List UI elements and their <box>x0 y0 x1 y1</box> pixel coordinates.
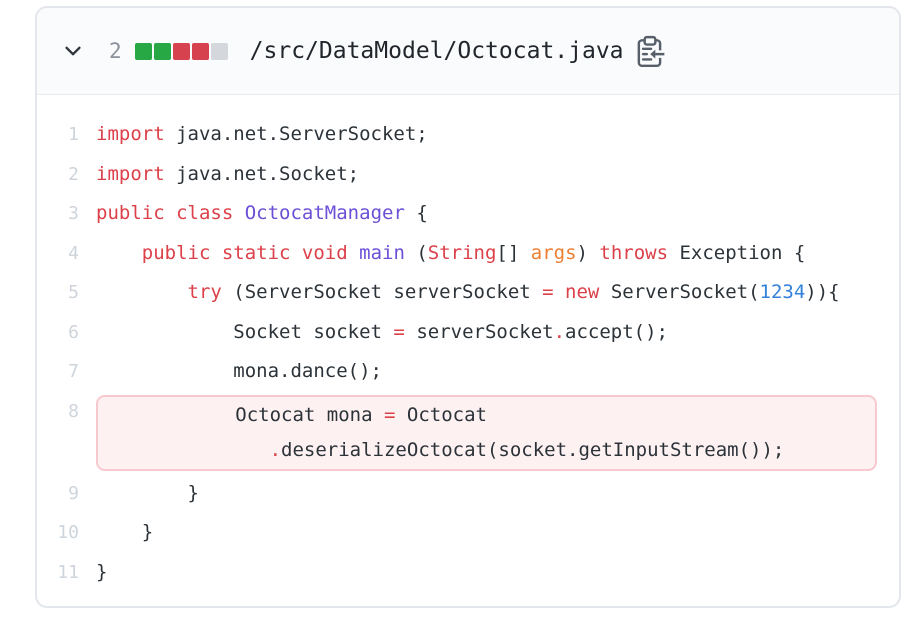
code-line: 10 } <box>37 513 899 553</box>
diff-block-neutral <box>211 43 228 60</box>
code-text: import java.net.ServerSocket; <box>96 115 877 155</box>
file-path: /src/DataModel/Octocat.java <box>250 38 624 64</box>
code-line: 6 Socket socket = serverSocket.accept(); <box>37 313 899 353</box>
line-number[interactable]: 10 <box>37 513 79 553</box>
code-text: public static void main (String[] args) … <box>96 234 877 274</box>
code-line: 11} <box>37 553 899 593</box>
code-line: 3 public class OctocatManager { <box>37 194 899 234</box>
line-number[interactable]: 1 <box>37 115 79 155</box>
line-number[interactable]: 2 <box>37 155 79 195</box>
line-body: import java.net.ServerSocket; <box>96 115 877 155</box>
line-body: } <box>96 553 877 593</box>
code-text: } <box>96 553 877 593</box>
code-line: 4 public static void main (String[] args… <box>37 234 899 274</box>
file-header: 2 /src/DataModel/Octocat.java <box>37 8 899 95</box>
line-number[interactable]: 7 <box>37 352 79 392</box>
diff-block-added <box>154 43 171 60</box>
code-text: public class OctocatManager { <box>96 194 877 234</box>
code-line: 8 Octocat mona = Octocat .deserializeOct… <box>37 392 899 474</box>
code-text: } <box>96 474 877 514</box>
collapse-file-button[interactable] <box>61 39 85 63</box>
file-diff-card: 2 /src/DataModel/Octocat.java 1 import ja… <box>35 6 901 608</box>
diff-block-added <box>135 43 152 60</box>
line-number[interactable]: 9 <box>37 474 79 514</box>
alert-highlight-box: Octocat mona = Octocat .deserializeOctoc… <box>96 395 877 471</box>
line-number[interactable]: 5 <box>37 273 79 313</box>
changes-count: 2 <box>109 39 122 63</box>
line-body: } <box>96 513 877 553</box>
line-body: } <box>96 474 877 514</box>
code-text: import java.net.Socket; <box>96 155 877 195</box>
code-viewer: 1 import java.net.ServerSocket; 2 import ja… <box>37 95 899 606</box>
diff-block-deleted <box>192 43 209 60</box>
line-number[interactable]: 8 <box>37 392 79 474</box>
chevron-down-icon <box>62 40 84 62</box>
code-text: mona.dance(); <box>96 352 877 392</box>
line-body: public class OctocatManager { <box>96 194 877 234</box>
copy-path-button[interactable] <box>634 35 666 69</box>
code-line: 9 } <box>37 474 899 514</box>
line-number[interactable]: 4 <box>37 234 79 274</box>
line-number[interactable]: 6 <box>37 313 79 353</box>
code-text: .deserializeOctocat(socket.getInputStrea… <box>98 433 875 468</box>
line-body: mona.dance(); <box>96 352 877 392</box>
code-line: 2 import java.net.Socket; <box>37 155 899 195</box>
line-body: import java.net.Socket; <box>96 155 877 195</box>
diff-block-deleted <box>173 43 190 60</box>
line-number[interactable]: 3 <box>37 194 79 234</box>
code-line: 1 import java.net.ServerSocket; <box>37 115 899 155</box>
code-line: 5 try (ServerSocket serverSocket = new S… <box>37 273 899 313</box>
code-text: try (ServerSocket serverSocket = new Ser… <box>96 273 877 313</box>
line-body: try (ServerSocket serverSocket = new Ser… <box>96 273 877 313</box>
clipboard-paste-icon <box>635 35 665 69</box>
code-line: 7 mona.dance(); <box>37 352 899 392</box>
code-text: } <box>96 513 877 553</box>
code-text: Octocat mona = Octocat <box>98 398 875 433</box>
code-text: Socket socket = serverSocket.accept(); <box>96 313 877 353</box>
line-number[interactable]: 11 <box>37 553 79 593</box>
line-body: public static void main (String[] args) … <box>96 234 877 274</box>
line-body: Socket socket = serverSocket.accept(); <box>96 313 877 353</box>
diffstat-blocks <box>135 43 228 60</box>
